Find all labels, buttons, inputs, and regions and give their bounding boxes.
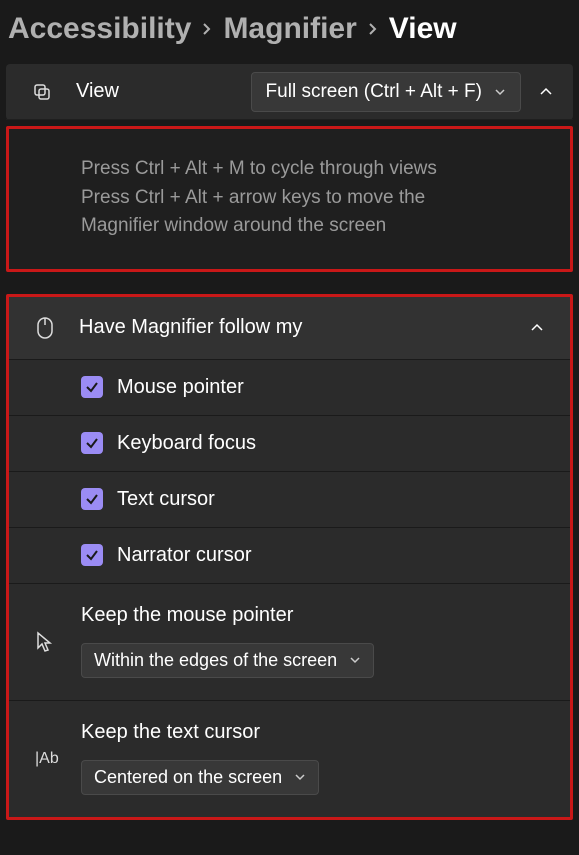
checkbox-row-keyboard-focus[interactable]: Keyboard focus bbox=[9, 415, 570, 471]
mouse-pointer-dropdown[interactable]: Within the edges of the screen bbox=[81, 643, 374, 678]
checkbox-narrator-cursor[interactable] bbox=[81, 544, 103, 566]
checkbox-row-text-cursor[interactable]: Text cursor bbox=[9, 471, 570, 527]
text-cursor-icon: |Ab bbox=[35, 750, 59, 768]
keyboard-hint-box: Press Ctrl + Alt + M to cycle through vi… bbox=[6, 126, 573, 272]
hint-line: Magnifier window around the screen bbox=[81, 212, 498, 241]
view-label: View bbox=[76, 80, 251, 103]
follow-header-row[interactable]: Have Magnifier follow my bbox=[9, 297, 570, 359]
chevron-down-icon bbox=[494, 86, 506, 98]
layers-icon bbox=[30, 82, 54, 102]
follow-checkbox-list: Mouse pointer Keyboard focus Text cursor… bbox=[9, 359, 570, 817]
breadcrumb: Accessibility Magnifier View bbox=[0, 0, 579, 64]
cursor-arrow-icon bbox=[35, 631, 53, 653]
chevron-right-icon bbox=[201, 23, 213, 35]
view-dropdown[interactable]: Full screen (Ctrl + Alt + F) bbox=[251, 72, 521, 112]
chevron-down-icon bbox=[349, 654, 361, 666]
mouse-dropdown-value: Within the edges of the screen bbox=[94, 650, 337, 671]
text-sub-label: Keep the text cursor bbox=[81, 721, 554, 744]
view-dropdown-value: Full screen (Ctrl + Alt + F) bbox=[266, 81, 482, 103]
checkbox-label: Narrator cursor bbox=[117, 544, 251, 567]
mouse-pointer-sub-setting: Keep the mouse pointer Within the edges … bbox=[9, 583, 570, 700]
text-dropdown-value: Centered on the screen bbox=[94, 767, 282, 788]
mouse-sub-label: Keep the mouse pointer bbox=[81, 604, 554, 627]
checkbox-label: Text cursor bbox=[117, 488, 215, 511]
view-setting-row: View Full screen (Ctrl + Alt + F) bbox=[6, 64, 573, 120]
chevron-down-icon bbox=[294, 771, 306, 783]
breadcrumb-accessibility[interactable]: Accessibility bbox=[8, 12, 191, 46]
checkbox-row-narrator-cursor[interactable]: Narrator cursor bbox=[9, 527, 570, 583]
follow-section: Have Magnifier follow my Mouse pointer K… bbox=[6, 294, 573, 820]
hint-line: Press Ctrl + Alt + arrow keys to move th… bbox=[81, 184, 498, 213]
breadcrumb-magnifier[interactable]: Magnifier bbox=[223, 12, 356, 46]
text-cursor-sub-setting: |Ab Keep the text cursor Centered on the… bbox=[9, 700, 570, 817]
checkbox-label: Mouse pointer bbox=[117, 376, 244, 399]
chevron-right-icon bbox=[367, 23, 379, 35]
follow-header-label: Have Magnifier follow my bbox=[79, 316, 522, 339]
mouse-icon bbox=[33, 317, 57, 339]
breadcrumb-view: View bbox=[389, 12, 457, 46]
text-cursor-dropdown[interactable]: Centered on the screen bbox=[81, 760, 319, 795]
checkbox-label: Keyboard focus bbox=[117, 432, 256, 455]
checkbox-row-mouse-pointer[interactable]: Mouse pointer bbox=[9, 359, 570, 415]
collapse-view-section[interactable] bbox=[531, 77, 561, 107]
collapse-follow-section[interactable] bbox=[522, 313, 552, 343]
checkbox-mouse-pointer[interactable] bbox=[81, 376, 103, 398]
checkbox-text-cursor[interactable] bbox=[81, 488, 103, 510]
hint-line: Press Ctrl + Alt + M to cycle through vi… bbox=[81, 155, 498, 184]
checkbox-keyboard-focus[interactable] bbox=[81, 432, 103, 454]
